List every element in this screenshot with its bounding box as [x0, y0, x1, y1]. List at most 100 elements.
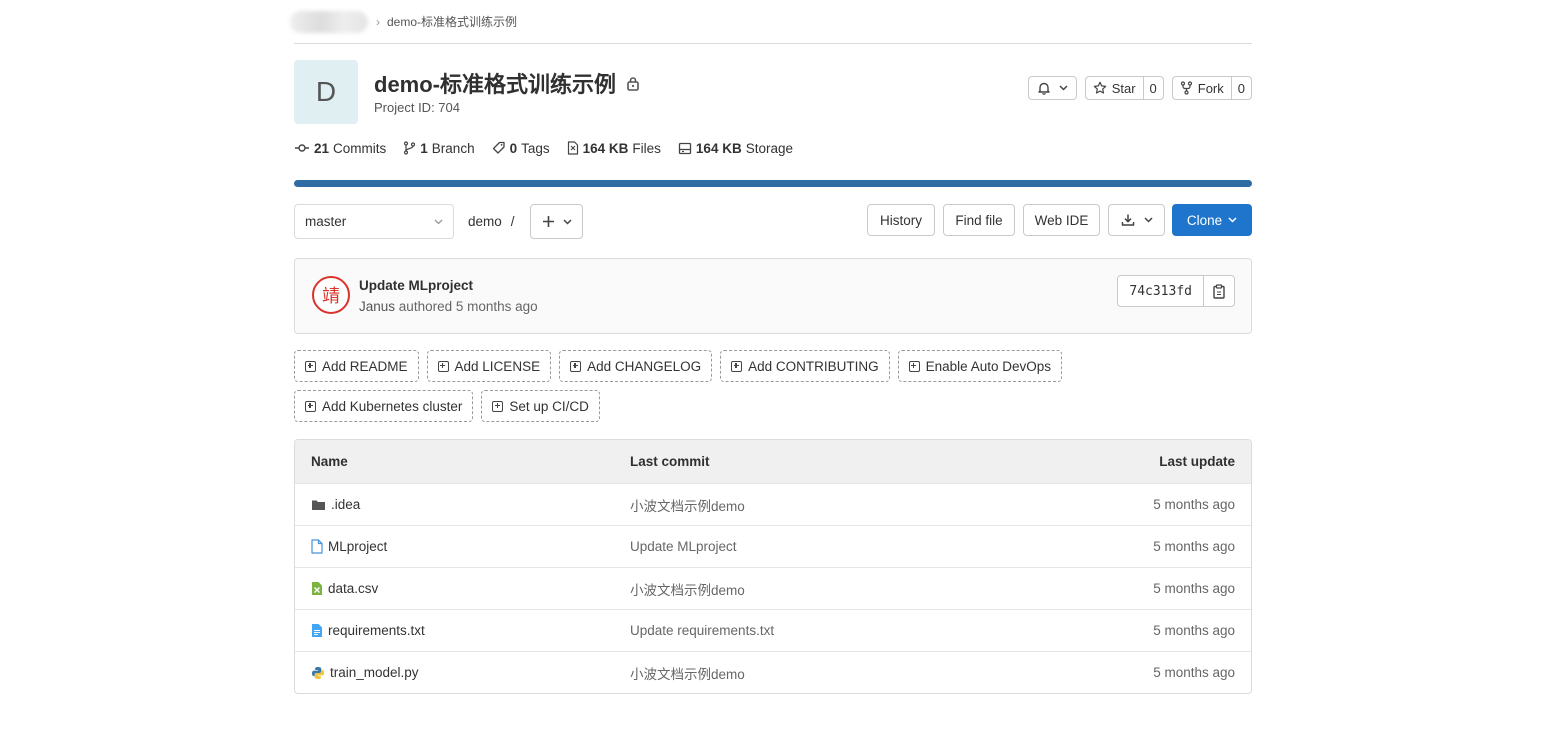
- stat-files-label: Files: [632, 140, 661, 156]
- file-name[interactable]: MLproject: [328, 539, 387, 554]
- setup-cicd-button[interactable]: Set up CI/CD: [481, 390, 600, 422]
- enable-auto-devops-button[interactable]: Enable Auto DevOps: [897, 350, 1062, 382]
- table-row[interactable]: data.csv 小波文档示例demo 5 months ago: [295, 567, 1251, 609]
- setup-cicd-label: Set up CI/CD: [509, 398, 589, 414]
- path-separator: /: [510, 214, 515, 229]
- chevron-down-icon: [1228, 217, 1237, 223]
- file-name[interactable]: train_model.py: [330, 665, 419, 680]
- plus-square-icon: [570, 360, 582, 372]
- file-name-cell[interactable]: .idea: [311, 497, 360, 512]
- plus-square-icon: [305, 400, 316, 412]
- project-suggestions: Add README Add LICENSE Add CHANGELOG Add…: [294, 350, 1094, 422]
- stat-tags[interactable]: 0 Tags: [492, 141, 550, 156]
- commit-author-avatar[interactable]: 靖: [312, 276, 350, 314]
- chevron-down-icon: [562, 218, 572, 225]
- last-commit-cell[interactable]: Update requirements.txt: [630, 623, 774, 638]
- star-icon: [1093, 81, 1106, 94]
- breadcrumb-current[interactable]: demo-标准格式训练示例: [387, 13, 517, 30]
- stat-storage[interactable]: 164 KB Storage: [678, 141, 793, 156]
- plus-square-icon: [492, 400, 504, 412]
- star-button[interactable]: Star 0: [1084, 76, 1164, 100]
- add-contributing-button[interactable]: Add CONTRIBUTING: [720, 350, 890, 382]
- file-name-cell[interactable]: MLproject: [311, 539, 387, 554]
- fork-count[interactable]: 0: [1230, 77, 1251, 99]
- star-count[interactable]: 0: [1142, 77, 1163, 99]
- file-name[interactable]: .idea: [331, 497, 360, 512]
- add-file-dropdown[interactable]: [530, 204, 583, 239]
- chevron-down-icon: [1143, 217, 1153, 223]
- breadcrumb-namespace-blurred[interactable]: [290, 10, 368, 33]
- add-kubernetes-cluster-label: Add Kubernetes cluster: [322, 398, 463, 414]
- last-commit-cell[interactable]: 小波文档示例demo: [630, 495, 745, 515]
- file-tree-table: Name Last commit Last update .idea 小波文档示…: [294, 439, 1252, 694]
- file-name[interactable]: data.csv: [328, 581, 378, 596]
- stat-files-num: 164 KB: [582, 140, 629, 156]
- chevron-down-icon: [434, 219, 443, 224]
- header-name: Name: [311, 454, 348, 469]
- plus-square-icon: [908, 360, 920, 372]
- stat-tags-num: 0: [509, 140, 518, 156]
- last-commit-cell[interactable]: 小波文档示例demo: [630, 663, 745, 683]
- breadcrumb-separator: ›: [376, 14, 380, 29]
- table-header: Name Last commit Last update: [295, 440, 1251, 483]
- copy-sha-button[interactable]: [1203, 276, 1234, 306]
- table-row[interactable]: requirements.txt Update requirements.txt…: [295, 609, 1251, 651]
- add-kubernetes-cluster-button[interactable]: Add Kubernetes cluster: [294, 390, 474, 422]
- branch-icon: [404, 141, 416, 155]
- find-file-button[interactable]: Find file: [943, 204, 1015, 236]
- add-changelog-button[interactable]: Add CHANGELOG: [559, 350, 713, 382]
- add-readme-button[interactable]: Add README: [294, 350, 419, 382]
- commit-sha[interactable]: 74c313fd: [1118, 276, 1203, 306]
- table-row[interactable]: MLproject Update MLproject 5 months ago: [295, 525, 1251, 567]
- stat-files[interactable]: 164 KB Files: [567, 141, 661, 156]
- file-icon: [311, 539, 323, 554]
- lock-icon: [626, 76, 640, 91]
- last-commit-cell[interactable]: Update MLproject: [630, 539, 737, 554]
- stat-branch[interactable]: 1 Branch: [403, 141, 475, 156]
- table-row[interactable]: .idea 小波文档示例demo 5 months ago: [295, 483, 1251, 525]
- copy-icon: [1213, 283, 1225, 299]
- enable-auto-devops-label: Enable Auto DevOps: [925, 358, 1051, 374]
- stat-tags-label: Tags: [521, 140, 550, 156]
- notification-button[interactable]: [1027, 76, 1077, 100]
- path-root-link[interactable]: demo: [468, 214, 502, 229]
- commit-author[interactable]: Janus: [359, 299, 395, 314]
- last-update-cell: 5 months ago: [1153, 623, 1235, 638]
- commit-meta: Janus authored 5 months ago: [359, 299, 538, 314]
- file-name-cell[interactable]: requirements.txt: [311, 623, 425, 638]
- commit-title[interactable]: Update MLproject: [359, 278, 473, 293]
- branch-select[interactable]: master: [294, 204, 454, 239]
- add-license-button[interactable]: Add LICENSE: [426, 350, 552, 382]
- fork-button[interactable]: Fork 0: [1171, 76, 1252, 100]
- clone-label: Clone: [1186, 212, 1223, 228]
- commit-icon: [295, 144, 309, 152]
- commit-sha-group: 74c313fd: [1117, 275, 1235, 307]
- project-title-text: demo-标准格式训练示例: [374, 72, 617, 97]
- last-update-cell: 5 months ago: [1153, 665, 1235, 680]
- download-dropdown[interactable]: [1108, 204, 1165, 236]
- stat-storage-label: Storage: [745, 140, 793, 156]
- fork-icon: [1180, 81, 1192, 95]
- repository-language-bar: [294, 180, 1252, 187]
- file-name-cell[interactable]: data.csv: [311, 581, 378, 596]
- commit-meta-text: authored 5 months ago: [398, 299, 538, 314]
- header-last-commit: Last commit: [630, 454, 710, 469]
- stat-commits-label: Commits: [333, 140, 387, 156]
- file-name-cell[interactable]: train_model.py: [311, 665, 419, 680]
- project-id: Project ID: 704: [374, 100, 460, 115]
- plus-square-icon: [437, 360, 449, 372]
- fork-label: Fork: [1197, 80, 1224, 96]
- last-commit-cell[interactable]: 小波文档示例demo: [630, 579, 745, 599]
- bell-icon: [1037, 82, 1050, 95]
- file-name[interactable]: requirements.txt: [328, 623, 425, 638]
- stat-commits[interactable]: 21 Commits: [294, 141, 386, 156]
- file-archive-icon: [567, 141, 578, 155]
- web-ide-button[interactable]: Web IDE: [1023, 204, 1100, 236]
- spreadsheet-file-icon: [312, 582, 322, 595]
- storage-icon: [678, 142, 692, 154]
- add-readme-label: Add README: [322, 358, 408, 374]
- header-last-update: Last update: [1159, 454, 1235, 469]
- table-row[interactable]: train_model.py 小波文档示例demo 5 months ago: [295, 651, 1251, 693]
- history-button[interactable]: History: [867, 204, 935, 236]
- clone-button[interactable]: Clone: [1172, 204, 1252, 236]
